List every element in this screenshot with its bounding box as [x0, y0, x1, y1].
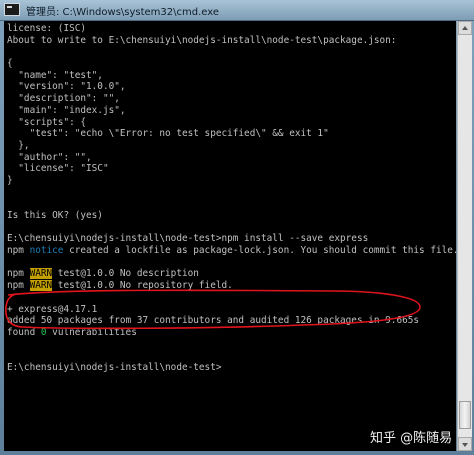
console-text: "name": "test", — [7, 69, 103, 81]
console-line: E:\chensuiyi\nodejs-install\node-test> — [7, 362, 456, 374]
console-text: About to write to E:\chensuiyi\nodejs-in… — [7, 34, 397, 46]
console-text: E:\chensuiyi\nodejs-install\node-test> — [7, 361, 222, 373]
console-text: { — [7, 58, 13, 70]
console-text: "license": "ISC" — [7, 163, 109, 175]
console-line: "description": "", — [7, 93, 456, 105]
console-text: "scripts": { — [7, 116, 87, 128]
console-text: E:\chensuiyi\nodejs-install\node-test>np… — [7, 233, 369, 245]
cmd-window: 管理员: C:\Windows\system32\cmd.exe license… — [0, 0, 474, 455]
title-bar[interactable]: 管理员: C:\Windows\system32\cmd.exe — [0, 0, 474, 21]
console-line: "author": "", — [7, 152, 456, 164]
arrow-down-icon — [462, 443, 468, 447]
console-text: } — [7, 174, 13, 186]
scroll-down-button[interactable] — [458, 437, 472, 451]
console-text: "main": "index.js", — [7, 104, 126, 116]
console-line: About to write to E:\chensuiyi\nodejs-in… — [7, 35, 456, 47]
console-line: "test": "echo \"Error: no test specified… — [7, 128, 456, 140]
console-line: Is this OK? (yes) — [7, 210, 456, 222]
vertical-scrollbar[interactable] — [457, 21, 472, 451]
console-text: "author": "", — [7, 151, 92, 163]
console-text: }, — [7, 139, 30, 151]
annotation-loop — [5, 289, 421, 330]
console-text: "test": "echo \"Error: no test specified… — [7, 128, 329, 140]
console-text: "description": "", — [7, 93, 120, 105]
cmd-app-icon[interactable] — [4, 3, 20, 16]
red-highlight-annotation — [5, 289, 421, 330]
console-line: }, — [7, 140, 456, 152]
console-line: license: (ISC) — [7, 23, 456, 35]
window-title: 管理员: C:\Windows\system32\cmd.exe — [26, 7, 220, 18]
console-line: "version": "1.0.0", — [7, 81, 456, 93]
console-line: "name": "test", — [7, 70, 456, 82]
console-text: "version": "1.0.0", — [7, 81, 126, 93]
scroll-up-button[interactable] — [458, 21, 472, 35]
console-npm-notice-token: notice — [29, 245, 64, 257]
console-line: "main": "index.js", — [7, 105, 456, 117]
console-line: npm notice created a lockfile as package… — [7, 245, 456, 257]
console-line: } — [7, 175, 456, 187]
console-line: { — [7, 58, 456, 70]
console-text: Is this OK? (yes) — [7, 210, 103, 221]
console-output[interactable]: license: (ISC) About to write to E:\chens… — [4, 21, 456, 451]
console-line: E:\chensuiyi\nodejs-install\node-test>np… — [7, 233, 456, 245]
arrow-up-icon — [462, 26, 468, 30]
console-text: npm — [7, 268, 30, 280]
console-text: created a lockfile as package-lock.json.… — [63, 245, 456, 257]
console-text: npm — [7, 245, 30, 257]
console-line: "license": "ISC" — [7, 163, 456, 175]
scroll-thumb[interactable] — [459, 401, 471, 429]
zhihu-watermark: 知乎 @陈随易 — [370, 431, 453, 446]
console-text: test@1.0.0 No description — [52, 268, 199, 280]
console-line: "scripts": { — [7, 117, 456, 129]
console-npm-warn-token: WARN — [29, 268, 53, 280]
console-line: npm WARN test@1.0.0 No description — [7, 268, 456, 280]
console-text: license: (ISC) — [7, 23, 87, 34]
